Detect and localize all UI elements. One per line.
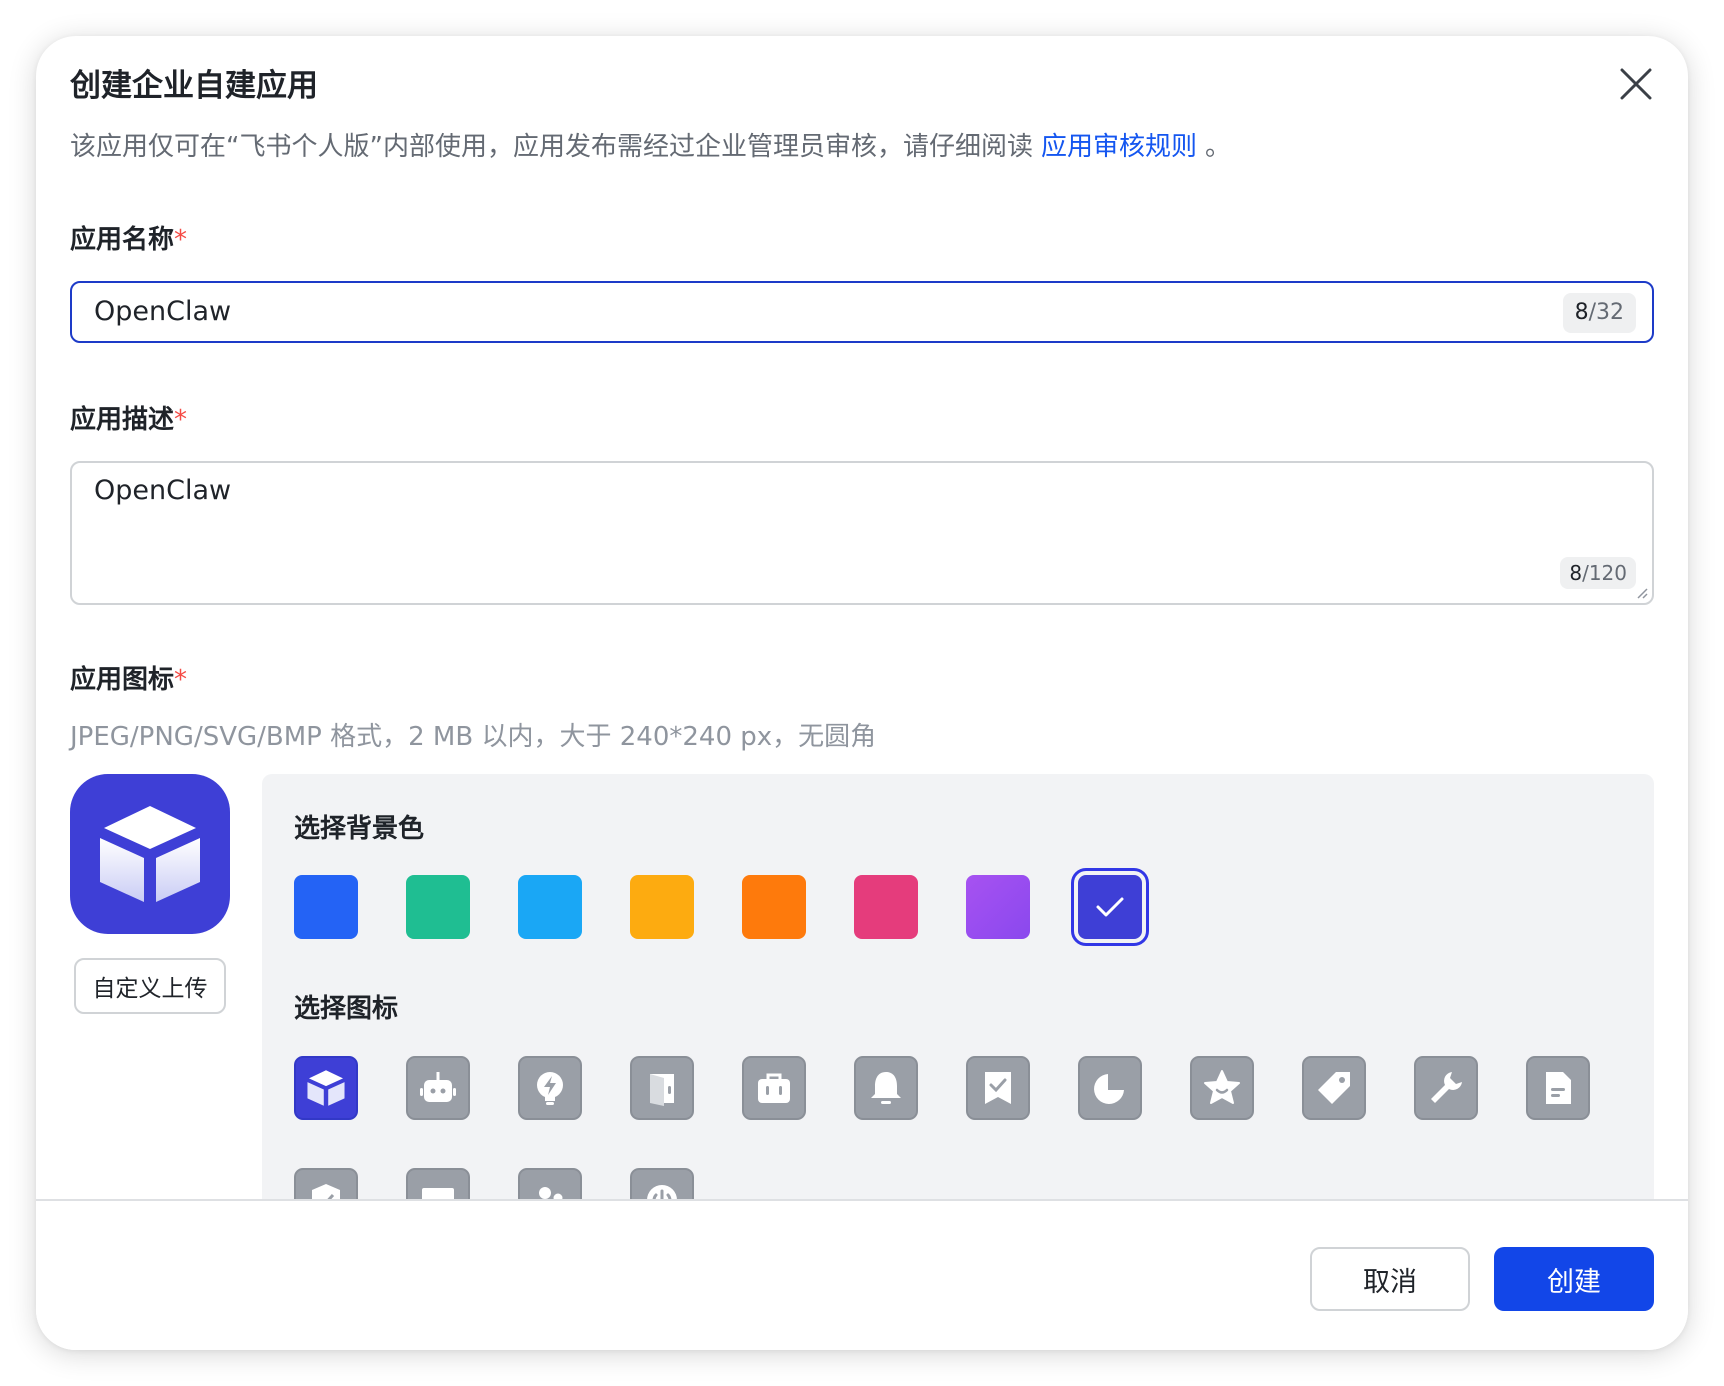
custom-upload-button[interactable]: 自定义上传: [74, 958, 226, 1014]
tag-icon: [1318, 1072, 1350, 1104]
bulb-icon: [537, 1072, 563, 1105]
bg-color-title: 选择背景色: [294, 814, 425, 844]
document-icon: [1546, 1072, 1571, 1104]
color-swatch-indigo[interactable]: [1071, 868, 1149, 946]
cancel-button[interactable]: 取消: [1310, 1247, 1470, 1311]
required-mark: *: [174, 405, 188, 435]
app-desc-value: OpenClaw: [94, 475, 232, 506]
app-desc-max: /120: [1582, 561, 1627, 585]
icon-option-wrench[interactable]: [1414, 1056, 1478, 1120]
app-name-counter: 8/32: [1562, 293, 1636, 333]
icon-format-hint: JPEG/PNG/SVG/BMP 格式，2 MB 以内，大于 240*240 p…: [70, 722, 877, 752]
app-name-label-text: 应用名称: [70, 225, 175, 255]
icon-option-door[interactable]: [630, 1056, 694, 1120]
color-swatch-sky[interactable]: [518, 875, 582, 939]
app-icon-preview: [70, 774, 230, 934]
app-name-label: 应用名称*: [70, 222, 187, 258]
icon-option-bell[interactable]: [854, 1056, 918, 1120]
app-name-count: 8: [1574, 300, 1589, 325]
icon-option-briefcase[interactable]: [742, 1056, 806, 1120]
icon-option-robot[interactable]: [406, 1056, 470, 1120]
app-desc-label-text: 应用描述: [70, 405, 175, 435]
app-desc-label: 应用描述*: [70, 402, 187, 438]
close-button[interactable]: [1612, 60, 1660, 108]
door-icon: [650, 1074, 674, 1106]
color-swatch-amber[interactable]: [630, 875, 694, 939]
cube-icon: [307, 1070, 345, 1106]
wrench-icon: [1431, 1072, 1462, 1103]
icon-option-bulb[interactable]: [518, 1056, 582, 1120]
create-button[interactable]: 创建: [1494, 1247, 1654, 1311]
color-swatch-pink[interactable]: [854, 875, 918, 939]
icon-option-tag[interactable]: [1302, 1056, 1366, 1120]
robot-icon: [420, 1072, 456, 1102]
icon-option-cube[interactable]: [294, 1056, 358, 1120]
app-desc-counter: 8/120: [1560, 557, 1636, 589]
color-swatch-green[interactable]: [406, 875, 470, 939]
app-name-max: /32: [1588, 300, 1624, 325]
app-icon-label: 应用图标*: [70, 662, 187, 698]
star-icon: [1204, 1070, 1240, 1104]
required-mark: *: [174, 665, 188, 695]
subtitle-end: 。: [1204, 132, 1231, 162]
bookmark-check-icon: [985, 1072, 1011, 1104]
close-icon: [1620, 68, 1652, 100]
app-name-input[interactable]: OpenClaw 8/32: [70, 281, 1654, 343]
pie-chart-icon: [1094, 1074, 1124, 1104]
create-app-dialog: 创建企业自建应用 该应用仅可在“飞书个人版”内部使用，应用发布需经过企业管理员审…: [36, 36, 1688, 1350]
icon-option-bookmark[interactable]: [966, 1056, 1030, 1120]
bell-icon: [871, 1072, 901, 1104]
color-swatch-purple[interactable]: [966, 875, 1030, 939]
app-icon-label-text: 应用图标: [70, 665, 175, 695]
footer-divider: [36, 1199, 1688, 1201]
icon-option-pie[interactable]: [1078, 1056, 1142, 1120]
required-mark: *: [174, 225, 188, 255]
resize-handle-icon[interactable]: [1634, 585, 1648, 599]
check-icon: [1096, 897, 1124, 917]
briefcase-icon: [758, 1073, 790, 1103]
app-desc-count: 8: [1569, 561, 1583, 585]
dialog-title: 创建企业自建应用: [70, 68, 318, 104]
color-swatch-blue[interactable]: [294, 875, 358, 939]
icon-picker-panel: 选择背景色 选择图标: [262, 774, 1654, 1232]
cube-icon: [100, 806, 200, 902]
icon-select-title: 选择图标: [294, 994, 399, 1024]
subtitle-text: 该应用仅可在“飞书个人版”内部使用，应用发布需经过企业管理员审核，请仔细阅读: [70, 132, 1033, 162]
icon-option-document[interactable]: [1526, 1056, 1590, 1120]
app-desc-textarea[interactable]: OpenClaw 8/120: [70, 461, 1654, 605]
review-rules-link[interactable]: 应用审核规则: [1041, 132, 1197, 162]
icon-option-star[interactable]: [1190, 1056, 1254, 1120]
dialog-subtitle: 该应用仅可在“飞书个人版”内部使用，应用发布需经过企业管理员审核，请仔细阅读 应用…: [70, 128, 1231, 167]
app-name-value: OpenClaw: [94, 296, 232, 327]
color-swatch-orange[interactable]: [742, 875, 806, 939]
